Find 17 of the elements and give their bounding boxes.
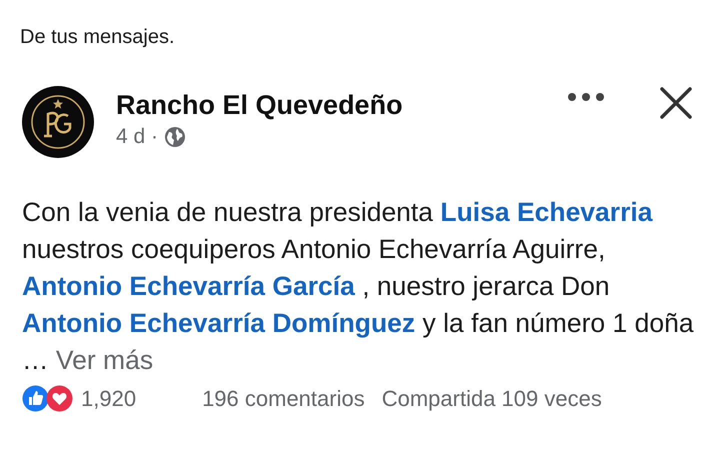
see-more-link[interactable]: Ver más xyxy=(56,345,154,375)
globe-icon xyxy=(164,126,186,148)
mention-link[interactable]: Antonio Echevarría Domínguez xyxy=(22,308,416,338)
mention-link[interactable]: Antonio Echevarría García xyxy=(22,271,355,301)
page-name[interactable]: Rancho El Quevedeño xyxy=(116,90,567,121)
more-options-icon[interactable] xyxy=(567,92,605,102)
post-text: Con la venia de nuestra presidenta Luisa Echevarria nuestros coequiperos Antonio Echevarría Aguirre, Antonio Echevarría García , nuestro jerarca Don Antonio Echevarría Domínguez y la fan número 1 doña … Ver más xyxy=(22,196,695,377)
shares-count[interactable]: Compartida 109 veces xyxy=(382,386,602,412)
logo-icon xyxy=(22,86,94,158)
reaction-count[interactable]: 1,920 xyxy=(81,386,136,412)
like-icon xyxy=(22,385,49,412)
mention-link[interactable]: Luisa Echevarria xyxy=(440,197,653,227)
close-icon[interactable] xyxy=(659,86,693,120)
love-icon xyxy=(46,385,73,412)
post-time: 4 d · xyxy=(116,125,158,149)
context-label: De tus mensajes. xyxy=(20,26,176,50)
comments-count[interactable]: 196 comentarios xyxy=(202,386,365,412)
